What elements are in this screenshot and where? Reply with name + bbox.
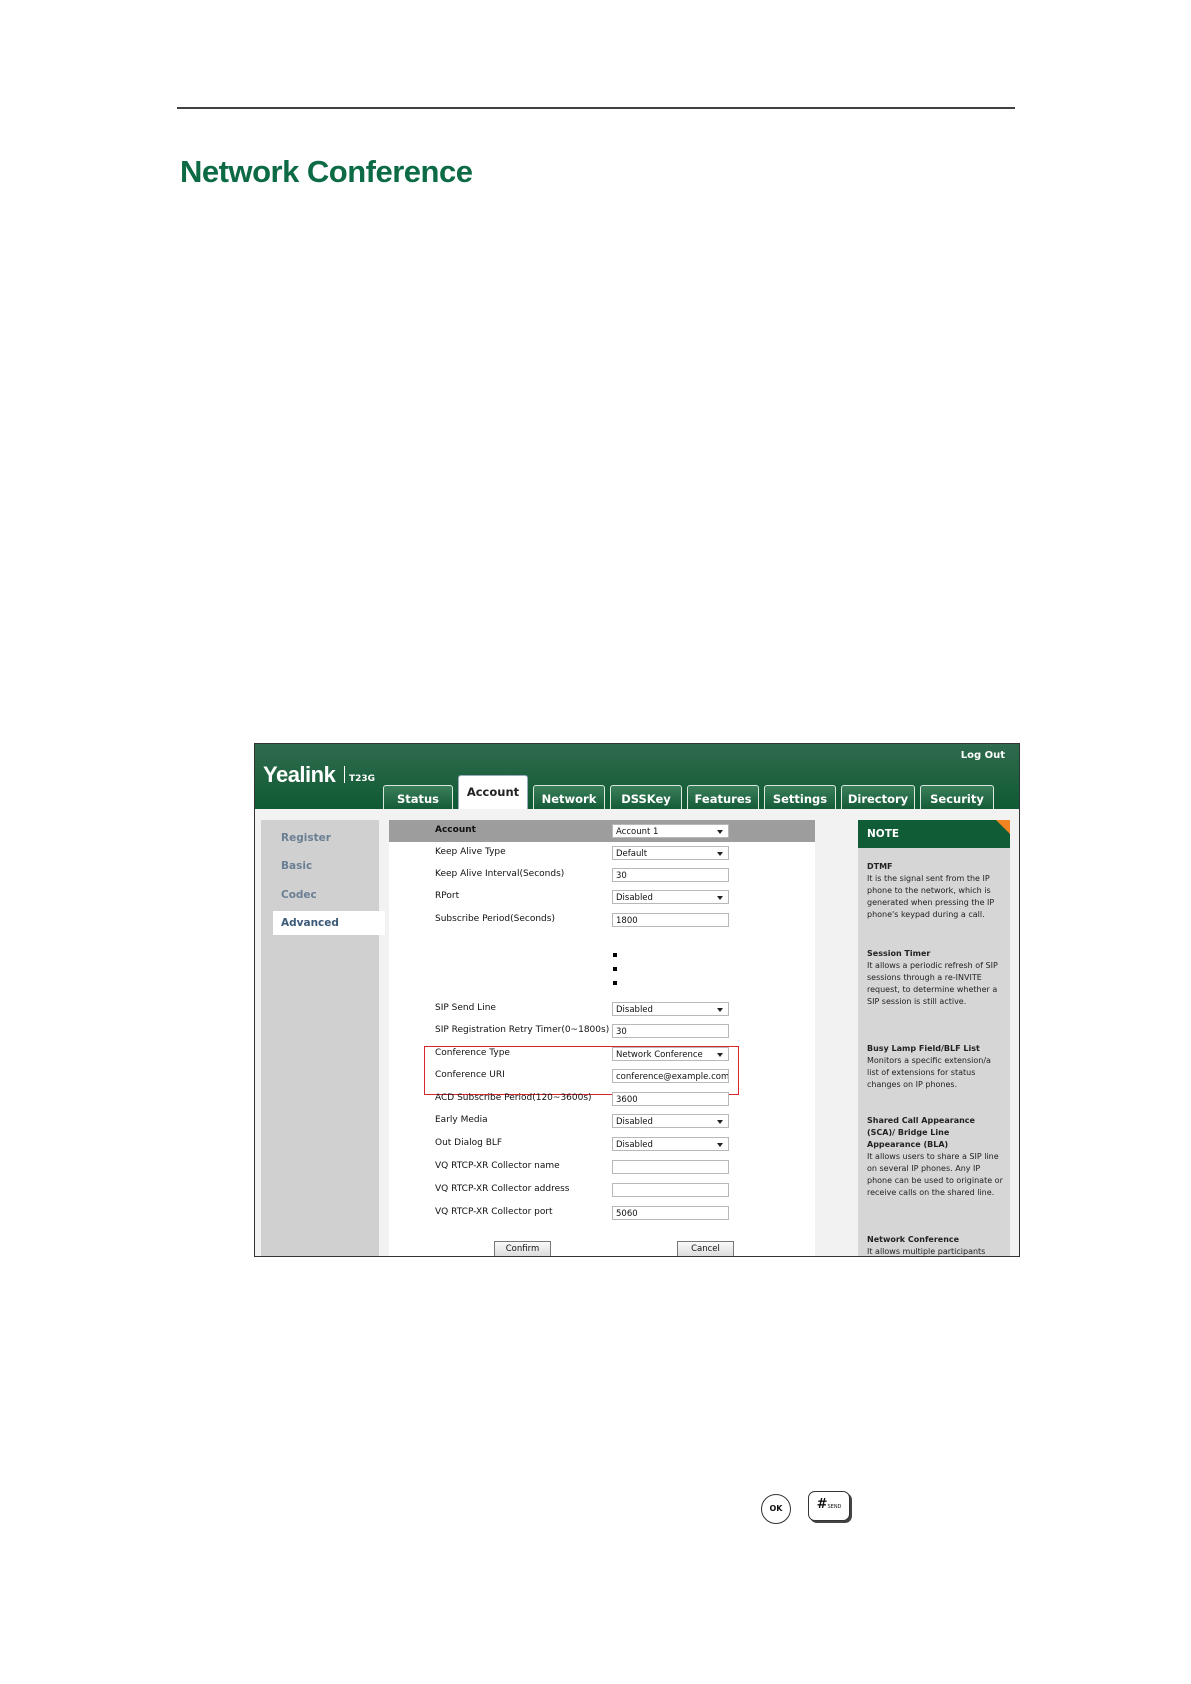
ok-key-icon: OK: [761, 1494, 791, 1524]
top-bar: Log Out Yealink T23G Status Account Netw…: [255, 744, 1019, 809]
subscribe-period-input[interactable]: 1800: [612, 913, 729, 927]
vq-collector-name-input[interactable]: [612, 1160, 729, 1174]
note-corner-icon: [996, 820, 1010, 834]
note-panel: NOTE DTMF It is the signal sent from the …: [858, 820, 1010, 1256]
note-section: Network Conference It allows multiple par…: [867, 1235, 986, 1256]
vq-collector-port-label: VQ RTCP-XR Collector port: [435, 1207, 553, 1217]
logo-separator: [344, 766, 345, 783]
early-media-label: Early Media: [435, 1115, 488, 1125]
rport-select[interactable]: Disabled: [612, 890, 729, 904]
note-section: Shared Call Appearance (SCA)/ Bridge Lin…: [867, 1116, 1003, 1197]
conference-uri-input[interactable]: conference@example.com: [612, 1069, 729, 1083]
tab-directory[interactable]: Directory: [841, 785, 915, 809]
out-dialog-blf-label: Out Dialog BLF: [435, 1138, 503, 1148]
sidebar-item-register[interactable]: Register: [261, 826, 379, 850]
conference-type-label: Conference Type: [435, 1048, 510, 1058]
ellipsis-dot: [613, 967, 617, 971]
out-dialog-blf-select[interactable]: Disabled: [612, 1137, 729, 1151]
subscribe-period-label: Subscribe Period(Seconds): [435, 914, 555, 924]
web-ui-screenshot: Log Out Yealink T23G Status Account Netw…: [254, 743, 1020, 1257]
sip-reg-retry-input[interactable]: 30: [612, 1024, 729, 1038]
note-section: DTMF It is the signal sent from the IP ph…: [867, 862, 995, 919]
tab-dsskey[interactable]: DSSKey: [610, 785, 682, 809]
conference-type-select[interactable]: Network Conference: [612, 1047, 729, 1061]
keep-alive-type-select[interactable]: Default: [612, 846, 729, 860]
account-select[interactable]: Account 1: [612, 824, 729, 838]
settings-form: Account Account 1 Keep Alive Type Defaul…: [389, 820, 815, 1256]
model-label: T23G: [349, 774, 376, 784]
acd-subscribe-label: ACD Subscribe Period(120~3600s): [435, 1093, 592, 1103]
tab-network[interactable]: Network: [533, 785, 605, 809]
tab-status[interactable]: Status: [383, 785, 453, 809]
logout-link[interactable]: Log Out: [961, 750, 1005, 761]
tab-account[interactable]: Account: [458, 775, 528, 809]
cancel-button[interactable]: Cancel: [677, 1241, 734, 1256]
conference-uri-label: Conference URI: [435, 1070, 505, 1080]
sip-send-line-select[interactable]: Disabled: [612, 1002, 729, 1016]
sidebar-item-advanced[interactable]: Advanced: [273, 911, 385, 935]
account-label: Account: [435, 825, 476, 835]
acd-subscribe-input[interactable]: 3600: [612, 1092, 729, 1106]
ellipsis-dot: [613, 953, 617, 957]
vq-collector-address-label: VQ RTCP-XR Collector address: [435, 1184, 570, 1194]
keep-alive-type-label: Keep Alive Type: [435, 847, 506, 857]
ellipsis-dot: [613, 981, 617, 985]
sip-send-line-label: SIP Send Line: [435, 1003, 496, 1013]
keep-alive-interval-input[interactable]: 30: [612, 868, 729, 882]
vq-collector-port-input[interactable]: 5060: [612, 1206, 729, 1220]
section-heading: Network Conference: [180, 154, 473, 189]
vq-collector-name-label: VQ RTCP-XR Collector name: [435, 1161, 560, 1171]
sip-reg-retry-label: SIP Registration Retry Timer(0~1800s): [435, 1025, 610, 1035]
sidebar-item-basic[interactable]: Basic: [261, 854, 379, 878]
confirm-button[interactable]: Confirm: [494, 1241, 551, 1256]
note-title: NOTE: [858, 820, 1010, 848]
tab-features[interactable]: Features: [687, 785, 759, 809]
sidebar-item-codec[interactable]: Codec: [261, 883, 379, 907]
tab-settings[interactable]: Settings: [764, 785, 836, 809]
yealink-logo: Yealink: [263, 762, 336, 787]
sidebar: Register Basic Codec Advanced: [261, 820, 385, 1256]
tab-security[interactable]: Security: [920, 785, 994, 809]
vq-collector-address-input[interactable]: [612, 1183, 729, 1197]
header-rule: [177, 107, 1015, 109]
note-section: Session Timer It allows a periodic refres…: [867, 949, 998, 1006]
note-section: Busy Lamp Field/BLF List Monitors a speci…: [867, 1044, 991, 1089]
rport-label: RPort: [435, 891, 460, 901]
hash-send-key-icon: #SEND: [808, 1491, 850, 1521]
keep-alive-interval-label: Keep Alive Interval(Seconds): [435, 869, 565, 879]
early-media-select[interactable]: Disabled: [612, 1114, 729, 1128]
